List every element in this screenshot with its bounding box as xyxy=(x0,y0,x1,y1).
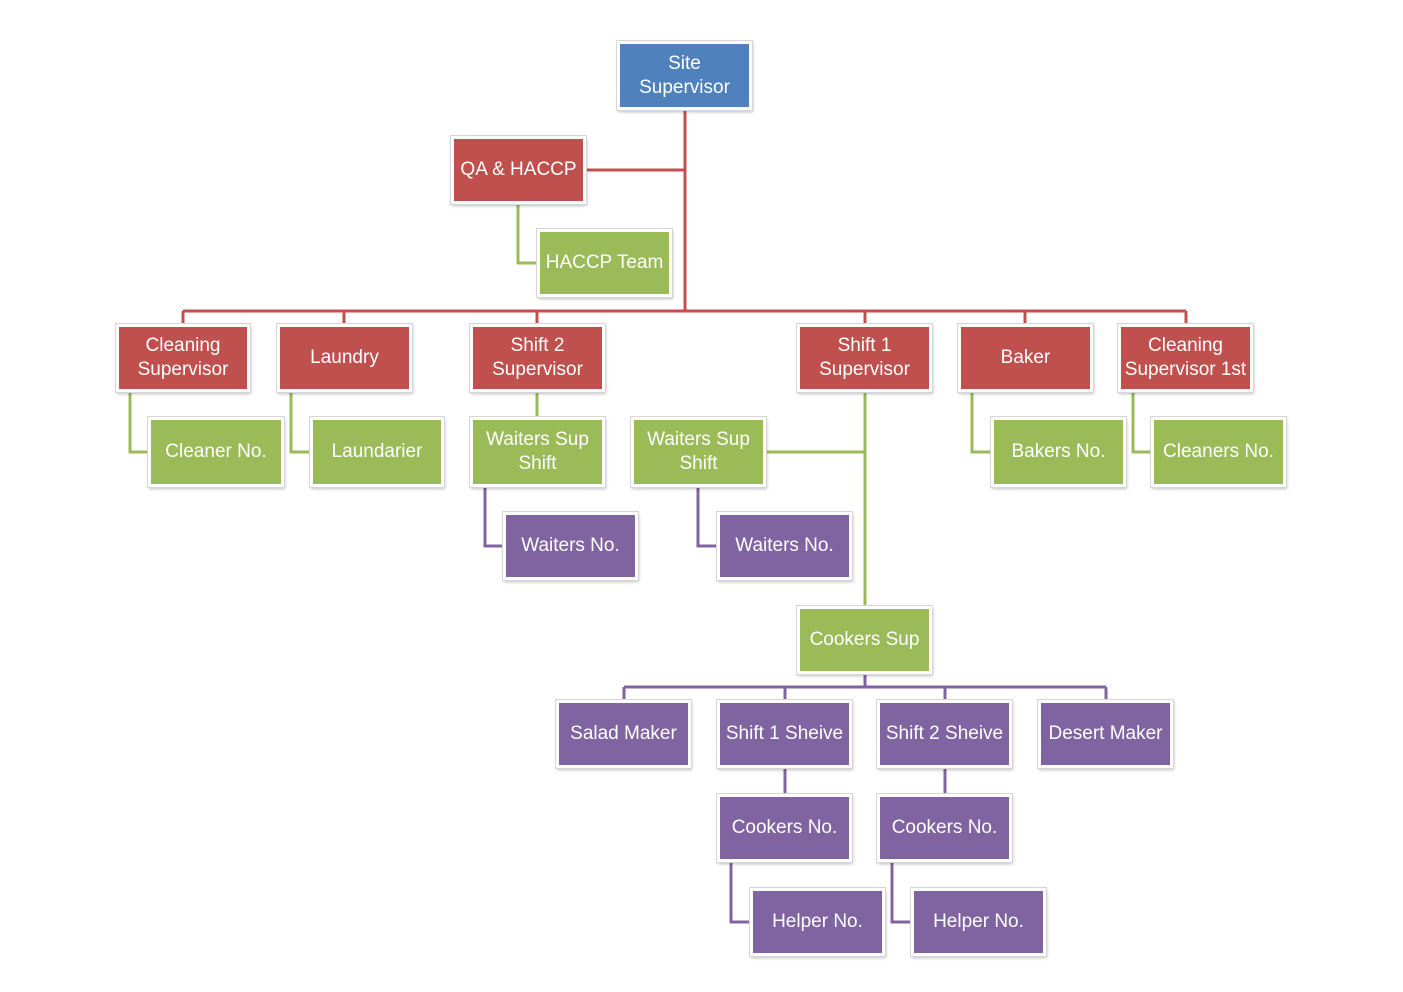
node-site-supervisor: Site Supervisor xyxy=(616,40,753,111)
org-chart: Site Supervisor QA & HACCP HACCP Team Cl… xyxy=(0,0,1403,992)
connector xyxy=(1131,392,1151,454)
node-cleaning-supervisor-1st: Cleaning Supervisor 1st xyxy=(1117,323,1254,393)
node-cleaners-no: Cleaners No. xyxy=(1150,416,1287,488)
connectors xyxy=(128,110,1188,924)
node-cleaner-no: Cleaner No. xyxy=(147,416,285,488)
connector xyxy=(970,392,991,454)
node-shift1-supervisor: Shift 1 Supervisor xyxy=(796,323,933,393)
node-haccp-team: HACCP Team xyxy=(536,228,673,298)
node-waiters-sup-shift-1: Waiters Sup Shift xyxy=(630,416,767,488)
node-cleaning-supervisor: Cleaning Supervisor xyxy=(115,323,251,393)
node-shift2-sheive: Shift 2 Sheive xyxy=(876,699,1013,769)
node-desert-maker: Desert Maker xyxy=(1037,699,1174,769)
node-helper-no-1: Helper No. xyxy=(749,887,886,957)
node-waiters-no-1: Waiters No. xyxy=(716,511,853,581)
red-connectors xyxy=(181,110,1188,324)
node-shift2-supervisor: Shift 2 Supervisor xyxy=(469,323,606,393)
connector xyxy=(783,768,947,794)
connector xyxy=(483,487,503,548)
node-waiters-no-2: Waiters No. xyxy=(502,511,639,581)
node-waiters-sup-shift-2: Waiters Sup Shift xyxy=(469,416,606,488)
node-helper-no-2: Helper No. xyxy=(910,887,1047,957)
node-salad-maker: Salad Maker xyxy=(555,699,692,769)
node-cookers-no-2: Cookers No. xyxy=(876,793,1013,863)
node-baker: Baker xyxy=(957,323,1094,393)
node-shift1-sheive: Shift 1 Sheive xyxy=(716,699,853,769)
connector xyxy=(696,487,717,548)
node-cookers-sup: Cookers Sup xyxy=(796,605,933,675)
node-bakers-no: Bakers No. xyxy=(990,416,1127,488)
connector xyxy=(128,392,148,454)
node-cookers-no-1: Cookers No. xyxy=(716,793,853,863)
connector xyxy=(622,674,1108,700)
connector xyxy=(289,392,310,454)
node-laundarier: Laundarier xyxy=(309,416,445,488)
connector xyxy=(516,204,537,265)
connector xyxy=(181,311,1188,324)
node-laundry: Laundry xyxy=(276,323,413,393)
node-qa-haccp: QA & HACCP xyxy=(450,135,587,205)
